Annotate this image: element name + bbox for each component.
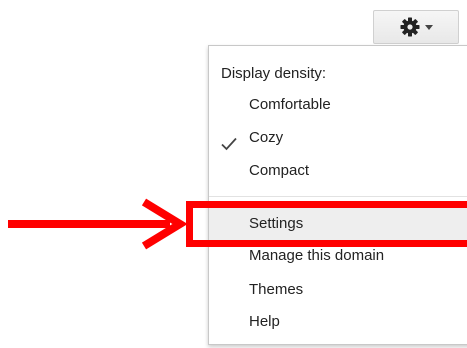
menu-item-label: Compact xyxy=(249,162,310,179)
gear-icon xyxy=(400,17,420,37)
menu-item-label: Cozy xyxy=(249,129,284,146)
display-density-heading: Display density: xyxy=(221,65,327,82)
page: Display density: Comfortable Cozy Compac… xyxy=(0,0,467,348)
menu-item-compact[interactable]: Compact xyxy=(209,155,467,187)
menu-item-label: Themes xyxy=(249,281,304,298)
menu-item-themes[interactable]: Themes xyxy=(209,274,467,306)
annotation-highlight-box xyxy=(186,201,467,247)
caret-down-icon xyxy=(424,24,433,30)
menu-item-cozy[interactable]: Cozy xyxy=(209,122,467,154)
menu-item-label: Help xyxy=(249,313,280,330)
menu-item-comfortable[interactable]: Comfortable xyxy=(209,89,467,121)
settings-dropdown-menu: Display density: Comfortable Cozy Compac… xyxy=(208,45,467,345)
menu-divider xyxy=(209,196,467,197)
menu-item-help[interactable]: Help xyxy=(209,306,467,338)
menu-item-label: Comfortable xyxy=(249,96,331,113)
settings-gear-button[interactable] xyxy=(373,10,459,44)
annotation-arrow-icon xyxy=(8,198,188,250)
